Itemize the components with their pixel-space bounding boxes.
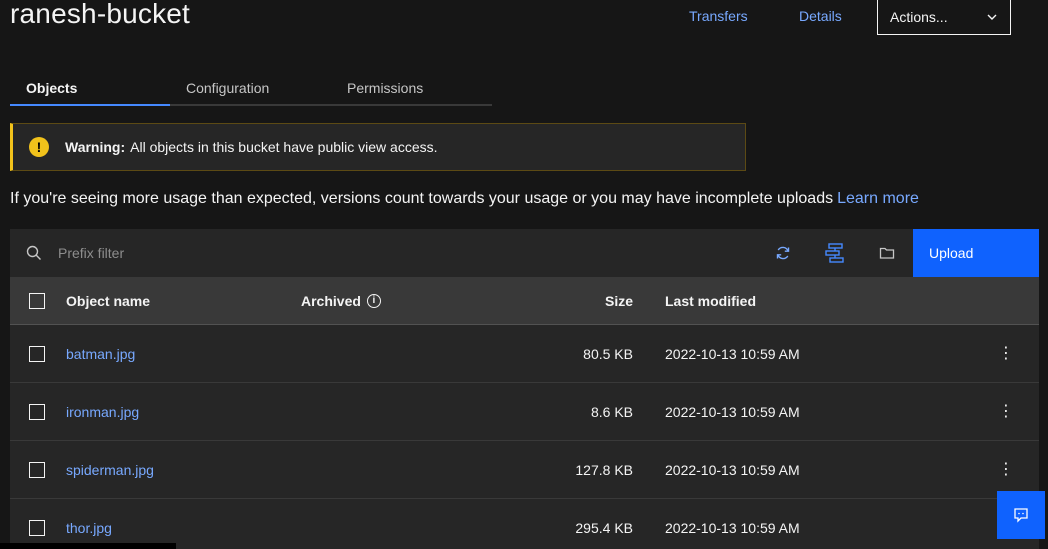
tab-permissions[interactable]: Permissions [331, 72, 492, 106]
warning-text: All objects in this bucket have public v… [130, 139, 438, 155]
table-toolbar: Upload [10, 229, 1039, 277]
info-icon[interactable]: i [366, 293, 381, 308]
warning-icon: ! [29, 137, 49, 157]
object-size: 295.4 KB [575, 519, 633, 536]
feedback-button[interactable] [997, 491, 1045, 539]
row-checkbox[interactable] [29, 519, 45, 536]
overflow-menu-icon[interactable]: ⋮ [998, 403, 1014, 420]
object-size: 80.5 KB [583, 345, 633, 362]
transfer-button[interactable] [809, 229, 861, 277]
prefix-filter-input[interactable] [58, 245, 757, 261]
object-modified: 2022-10-13 10:59 AM [665, 403, 800, 420]
transfer-icon [825, 243, 844, 263]
tab-bar: Objects Configuration Permissions [10, 72, 492, 106]
table-row: batman.jpg 80.5 KB 2022-10-13 10:59 AM ⋮ [10, 325, 1039, 383]
tab-objects[interactable]: Objects [10, 72, 170, 106]
header-size[interactable]: Size [605, 293, 633, 309]
warning-notification: ! Warning: All objects in this bucket ha… [10, 123, 746, 171]
refresh-icon [776, 246, 790, 260]
object-modified: 2022-10-13 10:59 AM [665, 345, 800, 362]
refresh-button[interactable] [757, 229, 809, 277]
chat-icon [1014, 508, 1028, 523]
row-checkbox[interactable] [29, 461, 45, 478]
warning-label: Warning: [65, 139, 126, 155]
actions-dropdown[interactable]: Actions... [877, 0, 1011, 35]
object-modified: 2022-10-13 10:59 AM [665, 519, 800, 536]
chevron-down-icon [987, 14, 997, 20]
bottom-bar [0, 543, 176, 549]
row-checkbox[interactable] [29, 345, 45, 362]
overflow-menu-icon[interactable]: ⋮ [998, 461, 1014, 478]
object-modified: 2022-10-13 10:59 AM [665, 461, 800, 478]
tab-configuration[interactable]: Configuration [170, 72, 331, 106]
object-size: 127.8 KB [575, 461, 633, 478]
table-row: thor.jpg 295.4 KB 2022-10-13 10:59 AM ⋮ [10, 499, 1039, 549]
bucket-title: ranesh-bucket [10, 0, 191, 29]
object-name-link[interactable]: spiderman.jpg [66, 462, 154, 478]
object-name-link[interactable]: batman.jpg [66, 346, 135, 362]
new-folder-button[interactable] [861, 229, 913, 277]
actions-label: Actions... [890, 8, 948, 25]
folder-icon [879, 247, 895, 259]
object-name-link[interactable]: thor.jpg [66, 520, 112, 536]
usage-message: If you're seeing more usage than expecte… [10, 190, 919, 208]
header-archived-label: Archived [301, 292, 361, 309]
transfers-link[interactable]: Transfers [689, 8, 748, 24]
object-size: 8.6 KB [590, 403, 633, 420]
header-last-modified[interactable]: Last modified [665, 293, 756, 309]
objects-table: Object name Archived i Size Last modifie… [10, 277, 1039, 549]
select-all-checkbox[interactable] [29, 292, 45, 309]
header-archived: Archived i [301, 293, 381, 309]
search-icon [10, 245, 58, 261]
header-object-name[interactable]: Object name [66, 293, 150, 309]
object-name-link[interactable]: ironman.jpg [66, 404, 139, 420]
learn-more-link[interactable]: Learn more [837, 190, 919, 207]
table-row: ironman.jpg 8.6 KB 2022-10-13 10:59 AM ⋮ [10, 383, 1039, 441]
table-row: spiderman.jpg 127.8 KB 2022-10-13 10:59 … [10, 441, 1039, 499]
details-link[interactable]: Details [799, 8, 842, 24]
row-checkbox[interactable] [29, 403, 45, 420]
upload-button[interactable]: Upload [913, 229, 1039, 277]
table-header: Object name Archived i Size Last modifie… [10, 277, 1039, 325]
overflow-menu-icon[interactable]: ⋮ [998, 345, 1014, 362]
usage-text: If you're seeing more usage than expecte… [10, 190, 834, 207]
